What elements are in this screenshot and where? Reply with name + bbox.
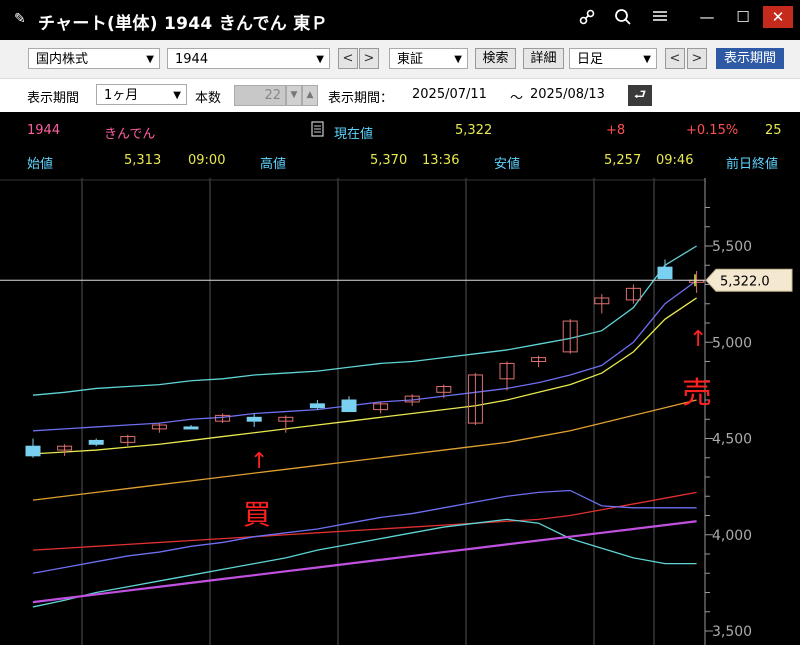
next-period-button[interactable]: > <box>687 48 707 69</box>
chart-window: ✎ チャート(単体) 1944 きんでん 東Ｐ — ☐ ✕ 国内株式 ▼ 194… <box>0 0 800 645</box>
period-select[interactable]: 1ヶ月 ▼ <box>96 84 187 105</box>
detail-button[interactable]: 詳細 <box>523 48 564 69</box>
low-value: 5,257 <box>604 153 642 168</box>
code-input[interactable]: 1944 ▼ <box>167 48 330 69</box>
app-icon: ✎ <box>14 11 26 27</box>
prev-close-label: 前日終値 <box>726 157 779 172</box>
maximize-button[interactable]: ☐ <box>728 6 758 28</box>
close-button[interactable]: ✕ <box>763 6 793 28</box>
high-label: 高値 <box>260 157 287 172</box>
chevron-down-icon: ▼ <box>173 90 181 101</box>
menu-icon[interactable] <box>652 8 668 28</box>
y-tick-label: 3,500 <box>712 624 752 640</box>
window-title: チャート(単体) 1944 きんでん 東Ｐ <box>38 14 328 34</box>
display-period-button[interactable]: 表示期間 <box>716 48 784 69</box>
candle-body <box>657 266 673 280</box>
candle-body <box>309 403 325 409</box>
quote-code: 1944 <box>27 123 61 138</box>
low-label: 安値 <box>494 157 521 172</box>
chart-background <box>0 178 800 645</box>
annotation-arrow: ↑ <box>250 449 268 474</box>
period-select-value: 1ヶ月 <box>104 88 139 103</box>
period-type-select[interactable]: 日足 ▼ <box>569 48 657 69</box>
price-change-pct: +0.15% <box>686 123 739 138</box>
title-bar: ✎ チャート(単体) 1944 きんでん 東Ｐ — ☐ ✕ <box>0 0 800 40</box>
chevron-down-icon: ▼ <box>316 54 324 65</box>
y-tick-label: 5,000 <box>712 335 752 351</box>
quote-extra: 25 <box>765 123 782 138</box>
exchange-select[interactable]: 東証 ▼ <box>389 48 468 69</box>
range-to: 2025/08/13 <box>530 87 605 102</box>
minimize-button[interactable]: — <box>692 6 722 28</box>
exchange-select-value: 東証 <box>397 52 424 67</box>
candle-body <box>246 416 262 422</box>
open-label: 始値 <box>27 157 54 172</box>
chevron-down-icon: ▼ <box>146 54 154 65</box>
board-icon[interactable] <box>311 121 324 141</box>
toolbar-main: 国内株式 ▼ 1944 ▼ < > 東証 ▼ 検索 詳細 日足 ▼ < > 表示… <box>0 40 800 79</box>
candle-body <box>183 426 199 430</box>
price-change: +8 <box>606 123 626 138</box>
quote-name: きんでん <box>104 127 156 142</box>
spin-down-icon[interactable]: ▼ <box>286 85 302 106</box>
search-button[interactable]: 検索 <box>475 48 516 69</box>
y-tick-label: 4,000 <box>712 528 752 544</box>
spin-up-icon[interactable]: ▲ <box>302 85 318 106</box>
high-time: 13:36 <box>422 153 460 168</box>
annotation-arrow: ↑ <box>689 327 707 352</box>
search-icon[interactable] <box>614 8 632 30</box>
price-chart[interactable]: 5,500 5,000 4,500 4,000 3,500 5,322.0 買 ↑ 売 ↑ <box>0 178 800 645</box>
current-price-value: 5,322 <box>455 123 493 138</box>
sell-annotation: 売 <box>682 376 712 411</box>
range-label: 表示期間： <box>328 91 394 106</box>
period-type-value: 日足 <box>577 52 604 67</box>
toolbar-period: 表示期間 1ヶ月 ▼ 本数 22 ▼ ▲ 表示期間： 2025/07/11 〜 … <box>0 79 800 112</box>
range-from: 2025/07/11 <box>412 87 487 102</box>
period-label: 表示期間 <box>27 91 80 106</box>
code-input-value: 1944 <box>175 52 209 67</box>
next-code-button[interactable]: > <box>359 48 379 69</box>
market-select-value: 国内株式 <box>36 52 89 67</box>
open-value: 5,313 <box>124 153 162 168</box>
current-price-label: 現在値 <box>334 127 374 142</box>
prev-period-button[interactable]: < <box>665 48 685 69</box>
y-tick-label: 5,500 <box>712 239 752 255</box>
range-separator: 〜 <box>510 91 524 106</box>
count-label: 本数 <box>195 91 222 106</box>
low-time: 09:46 <box>656 153 694 168</box>
high-value: 5,370 <box>370 153 408 168</box>
candle-body <box>25 445 41 457</box>
reset-icon[interactable]: ⮐ <box>628 85 652 106</box>
candle-body <box>88 439 104 445</box>
chevron-down-icon: ▼ <box>643 54 651 65</box>
candle-body <box>341 399 357 413</box>
link-icon[interactable] <box>578 8 596 30</box>
prev-code-button[interactable]: < <box>338 48 358 69</box>
market-select[interactable]: 国内株式 ▼ <box>28 48 160 69</box>
open-time: 09:00 <box>188 153 226 168</box>
y-tick-label: 4,500 <box>712 432 752 448</box>
buy-annotation: 買 <box>243 498 271 531</box>
chevron-down-icon: ▼ <box>454 54 462 65</box>
count-input[interactable]: 22 <box>234 85 286 106</box>
current-price-tag-text: 5,322.0 <box>720 274 770 289</box>
